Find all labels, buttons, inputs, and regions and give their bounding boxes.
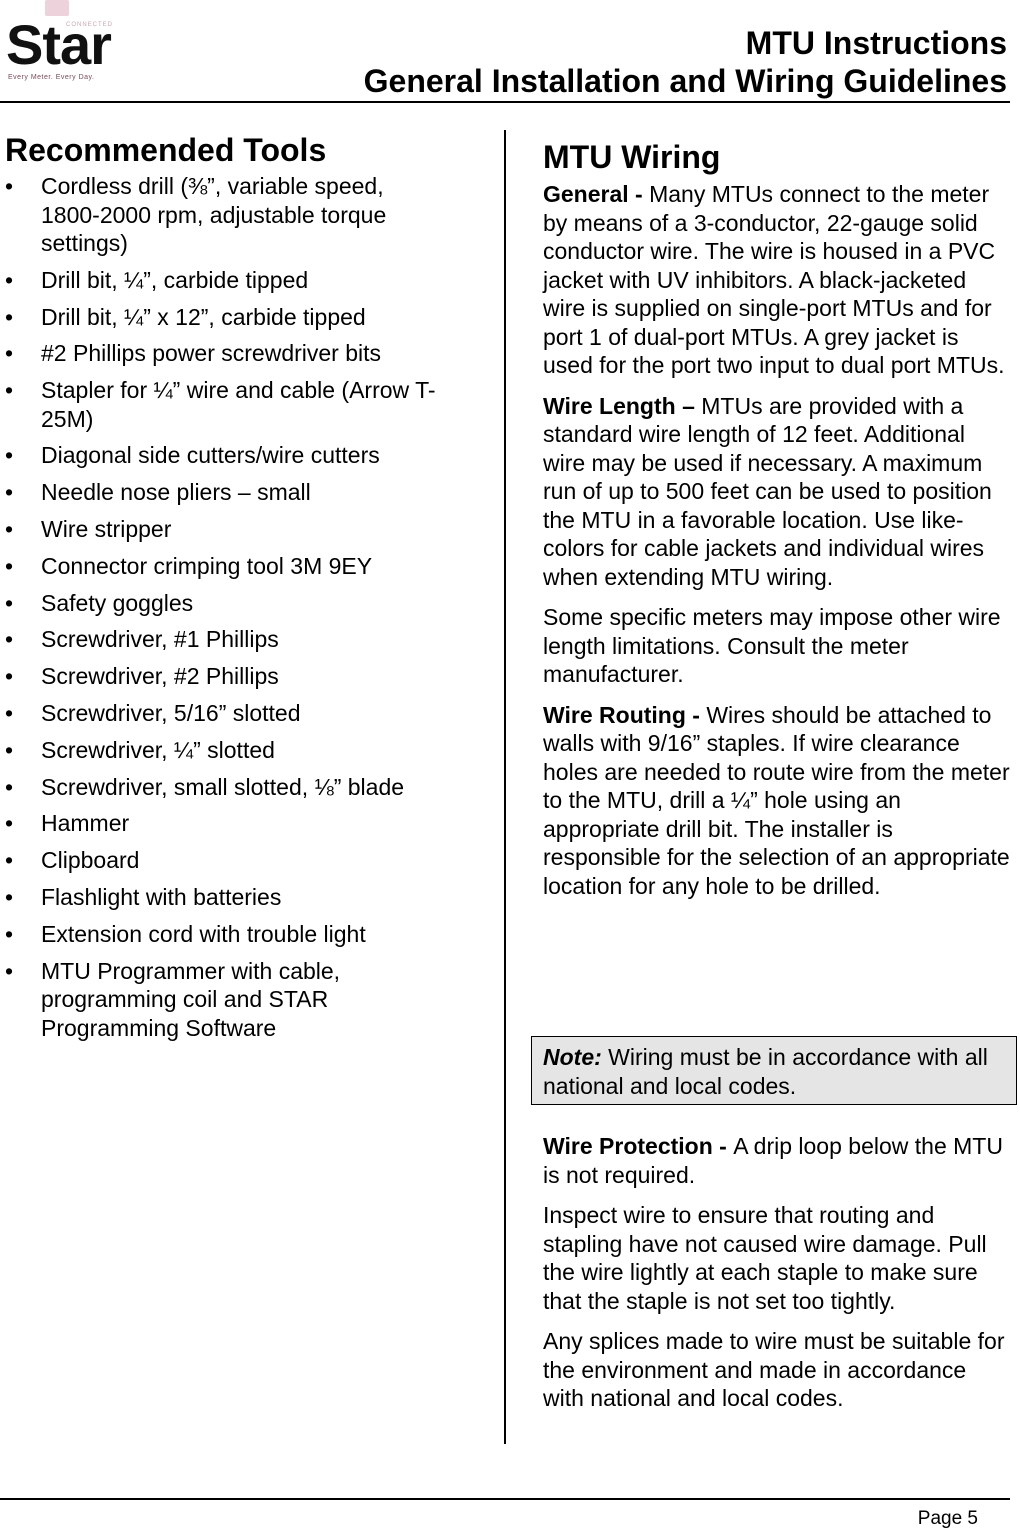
tool-list-item: • Extension cord with trouble light <box>5 920 441 949</box>
bullet-icon: • <box>5 663 14 690</box>
splices-paragraph: Any splices made to wire must be suitabl… <box>543 1328 1005 1411</box>
bullet-icon: • <box>5 377 14 404</box>
tool-list-item: • Screwdriver, small slotted, ⅛” blade <box>5 773 441 802</box>
note-box: Note: Wiring must be in accordance with … <box>531 1036 1017 1105</box>
note-label: Note: <box>543 1044 602 1070</box>
logo-superscript: CONNECTED <box>66 22 114 28</box>
tool-item-text: Wire stripper <box>41 516 172 543</box>
wire-length-label: Wire Length – <box>543 392 702 419</box>
bullet-icon: • <box>5 340 14 367</box>
wire-protection-label: Wire Protection - <box>543 1133 734 1159</box>
bullet-icon: • <box>5 589 14 616</box>
page-number: Page 5 <box>917 1508 978 1529</box>
tool-item-text: Flashlight with batteries <box>41 884 282 911</box>
note-text: Wiring must be in accordance with all na… <box>543 1044 988 1099</box>
tool-list-item: • MTU Programmer with cable, programming … <box>5 957 441 1043</box>
tool-list-item: • Clipboard <box>5 846 441 875</box>
tool-list-item: • Cordless drill (⅜”, variable speed, 180… <box>5 172 441 258</box>
tool-item-text: Stapler for ¼” wire and cable (Arrow T-2… <box>41 377 436 432</box>
tool-list-item: • Flashlight with batteries <box>5 883 441 912</box>
tool-list-item: • Stapler for ¼” wire and cable (Arrow T-… <box>5 376 441 433</box>
bullet-icon: • <box>5 266 14 293</box>
bullet-icon: • <box>5 957 14 984</box>
header-rule <box>0 101 1010 103</box>
tool-item-text: Screwdriver, small slotted, ⅛” blade <box>41 773 405 800</box>
bullet-icon: • <box>5 847 14 874</box>
bullet-icon: • <box>5 884 14 911</box>
tools-heading: Recommended Tools <box>5 132 327 168</box>
tool-list-item: • Needle nose pliers – small <box>5 478 441 507</box>
column-divider <box>504 130 506 1444</box>
tool-list-item: • Wire stripper <box>5 515 441 544</box>
bullet-icon: • <box>5 303 14 330</box>
bullet-icon: • <box>5 516 14 543</box>
tool-list-item: • #2 Phillips power screwdriver bits <box>5 339 441 368</box>
tool-item-text: Screwdriver, 5/16” slotted <box>41 700 301 727</box>
wire-routing-text: Wires should be attached to walls with 9… <box>543 701 1010 899</box>
recommended-tools-section: Recommended Tools • Cordless drill (⅜”, v… <box>5 130 475 1050</box>
tool-item-text: Clipboard <box>41 847 140 874</box>
general-label: General - <box>543 181 650 207</box>
bullet-icon: • <box>5 773 14 800</box>
logo-tagline: Every Meter. Every Day. <box>8 74 95 81</box>
tool-list-item: • Connector crimping tool 3M 9EY <box>5 552 441 581</box>
wire-protection-paragraph: Wire Protection - A drip loop below the … <box>543 1132 1013 1189</box>
tool-item-text: Needle nose pliers – small <box>41 479 311 506</box>
tool-list-item: • Screwdriver, ¼” slotted <box>5 736 441 765</box>
bullet-icon: • <box>5 479 14 506</box>
tool-item-text: Diagonal side cutters/wire cutters <box>41 442 380 469</box>
tool-item-text: Screwdriver, #1 Phillips <box>41 626 279 653</box>
wire-routing-label: Wire Routing - <box>543 701 707 728</box>
title-line-1: MTU Instructions <box>745 25 1007 61</box>
tool-item-text: Drill bit, ¼”, carbide tipped <box>41 266 309 293</box>
tool-item-text: Extension cord with trouble light <box>41 920 366 947</box>
tool-item-text: Hammer <box>41 810 130 837</box>
tool-list-item: • Drill bit, ¼” x 12”, carbide tipped <box>5 303 441 332</box>
bullet-icon: • <box>5 442 14 469</box>
tool-list-item: • Safety goggles <box>5 589 441 618</box>
bullet-icon: • <box>5 920 14 947</box>
tool-item-text: Cordless drill (⅜”, variable speed, 1800… <box>41 173 387 256</box>
tool-item-text: Safety goggles <box>41 589 194 616</box>
inspect-paragraph: Inspect wire to ensure that routing and … <box>543 1202 987 1314</box>
wire-protection-section: Wire Protection - A drip loop below the … <box>543 1132 1013 1425</box>
wiring-heading: MTU Wiring <box>543 139 721 175</box>
bullet-icon: • <box>5 173 14 199</box>
tool-item-text: Connector crimping tool 3M 9EY <box>41 552 373 579</box>
wire-length-note: Some specific meters may impose other wi… <box>543 604 1001 687</box>
mtu-wiring-section: MTU Wiring General - Many MTUs connect t… <box>543 137 1013 912</box>
general-text: Many MTUs connect to the meter by means … <box>543 181 1005 378</box>
wire-length-paragraph: Wire Length – MTUs are provided with a s… <box>543 392 1013 592</box>
tool-item-text: MTU Programmer with cable, programming c… <box>41 957 341 1041</box>
star-logo: Star CONNECTED Every Meter. Every Day. <box>2 0 136 92</box>
tool-list-item: • Screwdriver, 5/16” slotted <box>5 699 441 728</box>
wire-routing-paragraph: Wire Routing - Wires should be attached … <box>543 701 1013 901</box>
tool-item-text: #2 Phillips power screwdriver bits <box>41 340 382 367</box>
bullet-icon: • <box>5 810 14 837</box>
tool-list-item: • Hammer <box>5 809 441 838</box>
wire-length-text: MTUs are provided with a standard wire l… <box>543 392 992 590</box>
bullet-icon: • <box>5 626 14 653</box>
tool-list-item: • Screwdriver, #1 Phillips <box>5 625 441 654</box>
tools-list: • Cordless drill (⅜”, variable speed, 180… <box>5 172 475 1042</box>
tool-list-item: • Drill bit, ¼”, carbide tipped <box>5 266 441 295</box>
tool-list-item: • Diagonal side cutters/wire cutters <box>5 441 441 470</box>
bullet-icon: • <box>5 552 14 579</box>
general-paragraph: General - Many MTUs connect to the meter… <box>543 180 1013 380</box>
bullet-icon: • <box>5 736 14 763</box>
tool-list-item: • Screwdriver, #2 Phillips <box>5 662 441 691</box>
document-title: MTU Instructions General Installation an… <box>364 24 1007 100</box>
footer-rule <box>0 1498 1010 1500</box>
tool-item-text: Screwdriver, ¼” slotted <box>41 736 275 763</box>
title-line-2: General Installation and Wiring Guidelin… <box>363 63 1007 99</box>
bullet-icon: • <box>5 700 14 727</box>
tool-item-text: Screwdriver, #2 Phillips <box>41 663 279 690</box>
tool-item-text: Drill bit, ¼” x 12”, carbide tipped <box>41 303 366 330</box>
